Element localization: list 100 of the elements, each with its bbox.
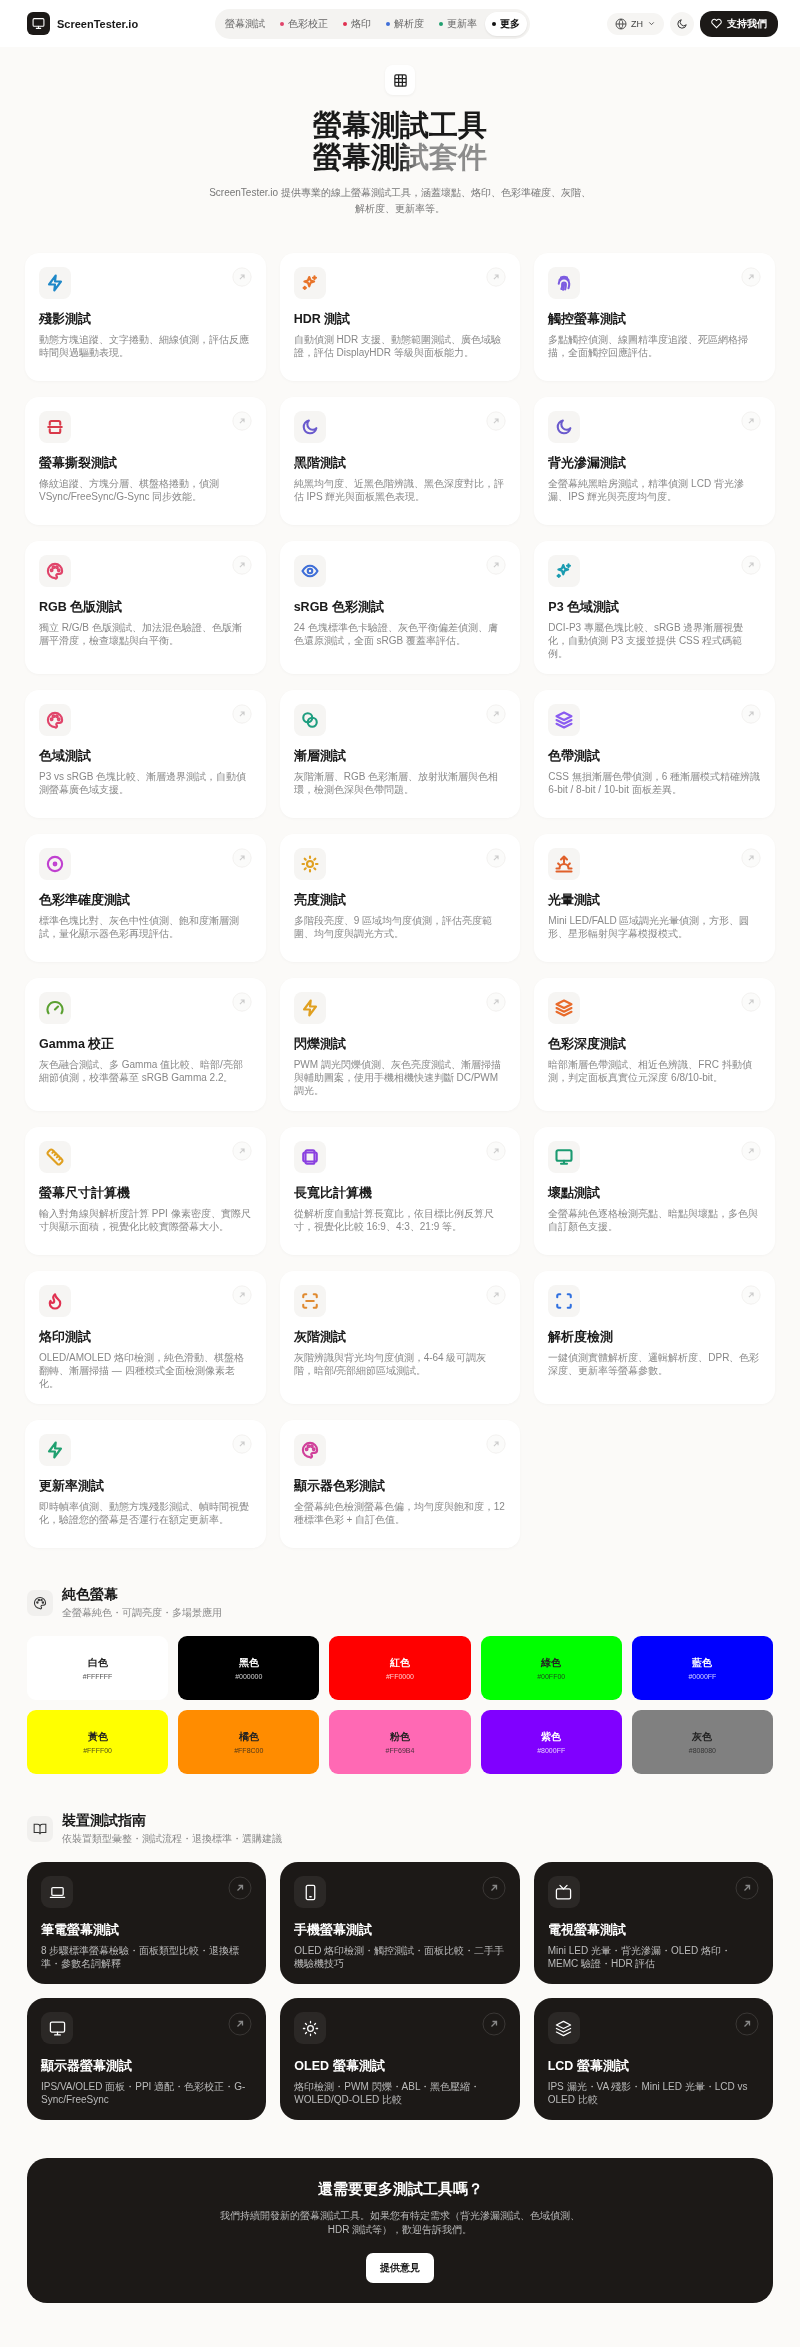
guide-title: 電視螢幕測試 [547, 1922, 627, 1939]
tool-card[interactable]: 黑階測試 純黑均勻度、近黑色階辨識、黑色深度對比，評估 IPS 輝光與面板黑色表現。 [279, 397, 521, 525]
tool-description: 全螢幕純黑暗房測試，精準偵測 LCD 背光滲漏、IPS 輝光與亮度均勻度。 [548, 477, 745, 503]
tool-card[interactable]: 閃爍測試 PWM 調光閃爍偵測、灰色亮度測試、漸層掃描與輔助圖案，使用手機相機快速判斷 DC/PWM 調光。 [279, 978, 521, 1111]
tool-title: 更新率測試 [39, 1478, 105, 1495]
tool-description: CSS 無損漸層色帶偵測，6 種漸層模式精確辨識 6-bit / 8-bit / 10-bit 面板差異。 [548, 770, 761, 796]
tool-card[interactable]: 殘影測試 動態方塊追蹤、文字捲動、細線偵測，評估反應時間與過驅動表現。 [25, 253, 266, 381]
tool-title: Gamma 校正 [39, 1036, 116, 1053]
feedback-button[interactable]: 提供意見 [366, 2253, 434, 2283]
tool-title: 灰階測試 [293, 1329, 347, 1346]
nav-tab[interactable]: 解析度 [379, 11, 432, 36]
language-button[interactable]: ZH [607, 12, 664, 35]
tool-card[interactable]: P3 色域測試 DCI-P3 專屬色塊比較、sRGB 邊界漸層視覺化，自動偵測 P3 支援並提供 CSS 程式碼範例。 [534, 541, 775, 674]
nav-tab[interactable]: 色彩校正 [273, 11, 336, 36]
tool-description: Mini LED/FALD 區域調光光暈偵測，方形、圓形、星形輻射與字幕模擬模式。 [548, 914, 751, 940]
swatch-label: 綠色 [541, 1656, 562, 1670]
tool-title: 漸層測試 [293, 748, 347, 765]
tool-title: 黑階測試 [293, 455, 347, 472]
tool-description: 灰階漸層、RGB 色彩漸層、放射狀漸層與色相環，檢測色深與色帶問題。 [293, 770, 500, 796]
guide-description: IPS 漏光・VA 殘影・Mini LED 光暈・LCD vs OLED 比較 [547, 2080, 749, 2106]
tool-card[interactable]: 色彩深度測試 暗部漸層色帶測試、相近色辨識、FRC 抖動偵測，判定面板真實位元深度 6/8/10-bit。 [534, 978, 775, 1111]
monitor-logo-icon[interactable] [27, 12, 50, 35]
tool-title: 光暈測試 [548, 892, 602, 909]
tool-description: 灰色融合測試、多 Gamma 值比較、暗部/亮部細節偵測，校準螢幕至 sRGB Gamma 2.2。 [39, 1058, 244, 1084]
moon-icon [676, 17, 688, 30]
palette-icon [27, 1590, 53, 1616]
tool-card[interactable]: 螢幕撕裂測試 條紋追蹤、方塊分層、棋盤格捲動，偵測 VSync/FreeSync/G-Sync 同步效能。 [25, 397, 266, 525]
support-button[interactable]: 支持我們 [700, 10, 778, 37]
book-icon [27, 1816, 53, 1842]
tool-description: 自動偵測 HDR 支援、動態範圍測試、廣色域驗證，評估 DisplayHDR 等級與面板能力。 [293, 333, 502, 359]
cta-description: 我們持續開發新的螢幕測試工具。如果您有特定需求（背光滲漏測試、色域偵測、HDR 測試等），歡迎告訴我們。 [219, 2209, 581, 2237]
tool-card[interactable]: 色帶測試 CSS 無損漸層色帶偵測，6 種漸層模式精確辨識 6-bit / 8-bit / 10-bit 面板差異。 [534, 690, 775, 818]
guide-description: 8 步驟標準螢幕檢驗・面板類型比較・退換標準・參數名詞解釋 [41, 1944, 241, 1970]
tool-card[interactable]: 亮度測試 多階段亮度、9 區域均勻度偵測，評估亮度範圍、均勻度與調光方式。 [279, 834, 521, 962]
tool-card[interactable]: 色彩準確度測試 標準色塊比對、灰色中性偵測、飽和度漸層測試，量化顯示器色彩再現評估。 [25, 834, 266, 962]
tool-description: 動態方塊追蹤、文字捲動、細線偵測，評估反應時間與過驅動表現。 [39, 333, 250, 359]
tool-card[interactable]: 烙印測試 OLED/AMOLED 烙印檢測，純色滑動、棋盤格翻轉、漸層掃描 — 四種模式全面檢測像素老化。 [25, 1271, 266, 1404]
tool-title: 螢幕尺寸計算機 [39, 1185, 131, 1202]
tool-card[interactable]: 背光滲漏測試 全螢幕純黑暗房測試，精準偵測 LCD 背光滲漏、IPS 輝光與亮度均勻度。 [534, 397, 775, 525]
guide-title: 手機螢幕測試 [294, 1922, 374, 1939]
tool-description: 全螢幕純色逐格檢測亮點、暗點與壞點，多色與自訂顏色支援。 [548, 1207, 760, 1233]
guide-title: OLED 螢幕測試 [294, 2058, 386, 2075]
tool-card[interactable]: 色域測試 P3 vs sRGB 色塊比較、漸層邊界測試，自動偵測螢幕廣色域支援。 [25, 690, 266, 818]
swatch-label: 藍色 [692, 1656, 713, 1670]
swatch-label: 白色 [87, 1656, 108, 1670]
swatch-label: 紅色 [390, 1656, 410, 1670]
section-subtitle: 全螢幕純色・可調亮度・多場景應用 [62, 1606, 222, 1620]
swatch-label: 粉色 [390, 1730, 410, 1744]
guide-card[interactable]: 電視螢幕測試 Mini LED 光暈・背光滲漏・OLED 烙印・MEMC 驗證・HDR 評估 [533, 1862, 773, 1984]
guide-card[interactable]: 手機螢幕測試 OLED 烙印檢測・觸控測試・面板比較・二手手機驗機技巧 [280, 1862, 520, 1984]
theme-toggle-button[interactable] [670, 11, 694, 36]
tool-description: 暗部漸層色帶測試、相近色辨識、FRC 抖動偵測，判定面板真實位元深度 6/8/10-bit。 [548, 1058, 753, 1084]
nav-tab[interactable]: 螢幕測試 [218, 11, 273, 36]
tool-card[interactable]: HDR 測試 自動偵測 HDR 支援、動態範圍測試、廣色域驗證，評估 DisplayHDR 等級與面板能力。 [279, 253, 521, 381]
nav-tab[interactable]: 更新率 [432, 11, 485, 36]
grid-icon [385, 65, 415, 95]
guide-card[interactable]: OLED 螢幕測試 烙印檢測・PWM 閃爍・ABL・黑色壓縮・WOLED/QD-OLED 比較 [280, 1998, 520, 2120]
monitor-icon [48, 2019, 66, 2037]
tool-card[interactable]: RGB 色版測試 獨立 R/G/B 色版測試、加法混色驗證、色版漸層平滑度，檢查壞點與白平衡。 [25, 541, 266, 674]
tool-title: RGB 色版測試 [39, 599, 124, 616]
tool-title: 背光滲漏測試 [548, 455, 628, 472]
guide-card[interactable]: 顯示器螢幕測試 IPS/VA/OLED 面板・PPI 適配・色彩校正・G-Sync/FreeSync [27, 1998, 267, 2120]
tool-description: 即時幀率偵測、動態方塊殘影測試、幀時間視覺化，驗證您的螢幕是否運行在額定更新率。 [39, 1500, 250, 1526]
nav-tab[interactable]: 烙印 [336, 11, 379, 36]
tool-title: 色彩準確度測試 [39, 892, 131, 909]
section-title: 裝置測試指南 [62, 1812, 147, 1830]
tool-description: 標準色塊比對、灰色中性偵測、飽和度漸層測試，量化顯示器色彩再現評估。 [39, 914, 240, 940]
tool-card[interactable]: 灰階測試 灰階辨識與背光均勻度偵測，4-64 級可調灰階，暗部/亮部細節區域測試。 [279, 1271, 521, 1404]
tool-card[interactable]: 壞點測試 全螢幕純色逐格檢測亮點、暗點與壞點，多色與自訂顏色支援。 [534, 1127, 775, 1255]
tool-title: 解析度檢測 [548, 1329, 615, 1346]
tv-icon [555, 1883, 573, 1901]
tool-card[interactable]: sRGB 色彩測試 24 色塊標準色卡驗證、灰色平衡偏差偵測、膚色還原測試，全面 sRGB 覆蓋率評估。 [279, 541, 521, 674]
tool-title: 色帶測試 [548, 748, 602, 765]
tool-description: 全螢幕純色檢測螢幕色偏，均勻度與飽和度，12 種標準色彩 + 自訂色值。 [293, 1500, 506, 1526]
site-logo[interactable]: ScreenTester.io [57, 17, 139, 30]
tool-description: 輸入對角線與解析度計算 PPI 像素密度、實際尺寸與顯示面積，視覺化比較實際螢幕大小。 [39, 1207, 252, 1233]
tool-card[interactable]: 解析度檢測 一鍵偵測實體解析度、邏輯解析度、DPR、色彩深度、更新率等螢幕參數。 [534, 1271, 775, 1404]
tool-card[interactable]: 長寬比計算機 從解析度自動計算長寬比，依目標比例反算尺寸，視覺化比較 16:9、4:3、21:9 等。 [279, 1127, 521, 1255]
tool-title: 顯示器色彩測試 [293, 1478, 386, 1495]
tool-card[interactable]: 觸控螢幕測試 多點觸控偵測、線圖精準度追蹤、死區網格掃描，全面觸控回應評估。 [534, 253, 775, 381]
tool-title: HDR 測試 [293, 311, 352, 328]
tool-title: 色域測試 [39, 748, 92, 765]
tool-title: 螢幕撕裂測試 [39, 455, 118, 472]
tool-card[interactable]: 漸層測試 灰階漸層、RGB 色彩漸層、放射狀漸層與色相環，檢測色深與色帶問題。 [279, 690, 521, 818]
tool-title: P3 色域測試 [548, 599, 621, 616]
guide-card[interactable]: LCD 螢幕測試 IPS 漏光・VA 殘影・Mini LED 光暈・LCD vs OLED 比較 [533, 1998, 773, 2120]
tool-description: 一鍵偵測實體解析度、邏輯解析度、DPR、色彩深度、更新率等螢幕參數。 [548, 1351, 761, 1377]
chevron-down-icon [647, 19, 656, 28]
tool-card[interactable]: 光暈測試 Mini LED/FALD 區域調光光暈偵測，方形、圓形、星形輻射與字幕模擬模式。 [534, 834, 775, 962]
tool-description: OLED/AMOLED 烙印檢測，純色滑動、棋盤格翻轉、漸層掃描 — 四種模式全面檢測像素老化。 [39, 1351, 246, 1390]
hero-description: ScreenTester.io 提供專業的線上螢幕測試工具，涵蓋壞點、烙印、色彩準確度、灰階、解析度、更新率等。 [208, 186, 592, 216]
tool-card[interactable]: 顯示器色彩測試 全螢幕純色檢測螢幕色偏，均勻度與飽和度，12 種標準色彩 + 自訂色值。 [279, 1420, 521, 1548]
section-subtitle: 依裝置類型彙整・測試流程・退換標準・選購建議 [62, 1832, 282, 1846]
tool-card[interactable]: Gamma 校正 灰色融合測試、多 Gamma 值比較、暗部/亮部細節偵測，校準螢幕至 sRGB Gamma 2.2。 [25, 978, 266, 1111]
tool-card[interactable]: 螢幕尺寸計算機 輸入對角線與解析度計算 PPI 像素密度、實際尺寸與顯示面積，視覺化比較實際螢幕大小。 [25, 1127, 266, 1255]
globe-icon [615, 17, 627, 30]
tool-card[interactable]: 更新率測試 即時幀率偵測、動態方塊殘影測試、幀時間視覺化，驗證您的螢幕是否運行在額定更新率。 [25, 1420, 266, 1548]
cta-title: 還需要更多測試工具嗎？ [317, 2180, 483, 2199]
nav-tab[interactable]: 更多 [485, 11, 528, 36]
guide-card[interactable]: 筆電螢幕測試 8 步驟標準螢幕檢驗・面板類型比較・退換標準・參數名詞解釋 [27, 1862, 267, 1984]
